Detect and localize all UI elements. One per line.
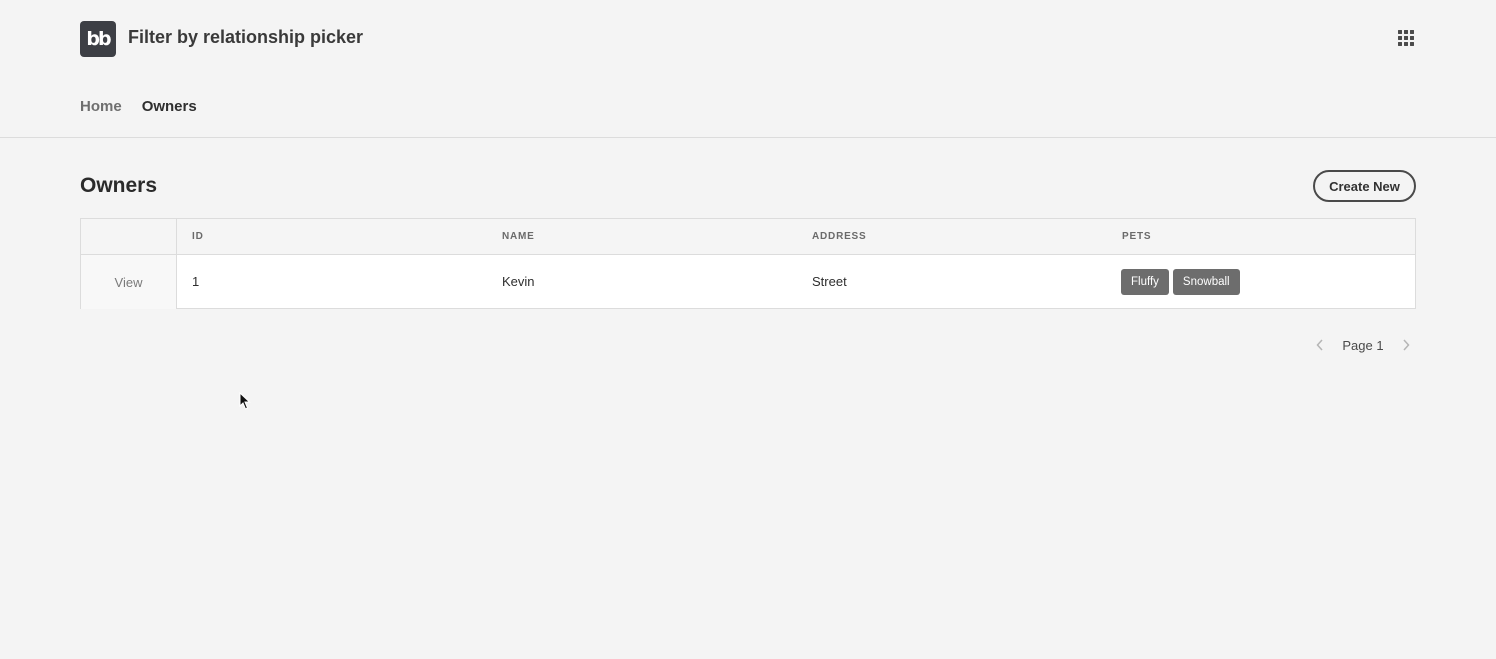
table-header: ID NAME ADDRESS PETS — [81, 219, 1415, 255]
main-nav: Home Owners — [80, 96, 197, 118]
column-header-pets[interactable]: PETS — [1122, 231, 1151, 242]
cell-name: Kevin — [502, 274, 535, 289]
chevron-left-icon[interactable] — [1310, 335, 1330, 355]
apps-grid-icon[interactable] — [1396, 28, 1416, 48]
cell-id: 1 — [192, 274, 200, 289]
pagination: Page 1 — [1310, 335, 1416, 355]
cell-address: Street — [812, 274, 847, 289]
create-new-button[interactable]: Create New — [1313, 170, 1416, 202]
pet-tag[interactable]: Fluffy — [1121, 269, 1169, 295]
pet-tag[interactable]: Snowball — [1172, 269, 1240, 295]
column-header-address[interactable]: ADDRESS — [812, 231, 867, 242]
view-link[interactable]: View — [115, 275, 143, 290]
app-logo[interactable]: bb — [80, 21, 116, 57]
table-row: View 1 Kevin Street Fluffy Snowball — [81, 255, 1415, 309]
top-header: bb Filter by relationship picker Home Ow… — [0, 0, 1496, 138]
column-header-name[interactable]: NAME — [502, 231, 535, 242]
column-header-id[interactable]: ID — [192, 231, 204, 242]
chevron-right-icon[interactable] — [1396, 335, 1416, 355]
page-indicator: Page 1 — [1342, 337, 1384, 353]
nav-item-owners[interactable]: Owners — [142, 96, 197, 118]
mouse-cursor-icon — [239, 392, 251, 410]
app-root: bb Filter by relationship picker Home Ow… — [0, 0, 1496, 659]
page-title: Owners — [80, 174, 158, 197]
action-cell: View — [81, 255, 177, 309]
owners-table: ID NAME ADDRESS PETS View 1 Kevin Street… — [80, 218, 1416, 309]
app-title: Filter by relationship picker — [128, 27, 364, 47]
nav-item-home[interactable]: Home — [80, 96, 122, 118]
cell-pets: Fluffy Snowball — [1121, 269, 1240, 295]
action-column-header — [81, 219, 177, 254]
